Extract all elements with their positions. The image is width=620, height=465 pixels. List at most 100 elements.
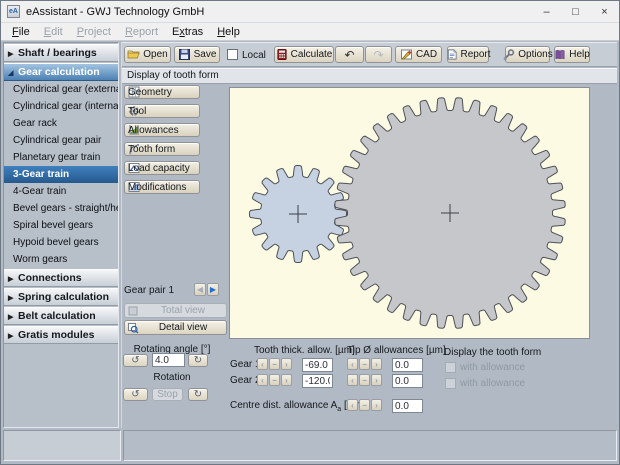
main-panel: Open Save Local Calculate ↶ ↷ CAD Report…	[121, 42, 617, 428]
gear1-tip-reset-button[interactable]: −	[359, 358, 370, 370]
tool-button[interactable]: Tool	[124, 104, 200, 118]
gear1-tip-increase-button[interactable]: ›	[371, 358, 382, 370]
stepper-right-icon: ›	[375, 375, 378, 385]
sidebar-section-gratis-modules[interactable]: ▶ Gratis modules	[4, 326, 118, 344]
sidebar-item-gear-rack[interactable]: Gear rack	[4, 115, 118, 132]
redo-button[interactable]: ↷	[365, 46, 392, 63]
stepper-minus-icon: −	[362, 375, 367, 385]
with-allowance-checkbox-1[interactable]	[445, 362, 456, 373]
gear-display-canvas	[229, 87, 590, 339]
total-view-button[interactable]: Total view	[124, 303, 227, 318]
undo-button[interactable]: ↶	[335, 46, 364, 63]
minimize-button[interactable]: –	[532, 1, 561, 23]
gear1-tip-decrease-button[interactable]: ‹	[347, 358, 358, 370]
maximize-button[interactable]: □	[561, 1, 590, 23]
window-title: eAssistant - GWJ Technology GmbH	[26, 5, 205, 18]
sidebar-item-planetary-gear-train[interactable]: Planetary gear train	[4, 149, 118, 166]
menu-extras[interactable]: Extras	[165, 25, 210, 39]
geometry-button[interactable]: Geometry	[124, 85, 200, 99]
next-arrow-icon: ▶	[209, 285, 217, 294]
modifications-button[interactable]: Modifications	[124, 180, 200, 194]
sidebar-section-belt-calculation[interactable]: ▶ Belt calculation	[4, 307, 118, 325]
app-icon: eA	[7, 5, 20, 18]
gear2-tooth-thick-field[interactable]	[302, 374, 333, 388]
gear2-tooth-thick-reset-button[interactable]: −	[269, 374, 280, 386]
centre-dist-reset-button[interactable]: −	[359, 399, 370, 411]
sidebar-item-cylindrical-gear-pair[interactable]: Cylindrical gear pair	[4, 132, 118, 149]
sidebar-item-4-gear-train[interactable]: 4-Gear train	[4, 183, 118, 200]
gear1-tooth-thick-increase-button[interactable]: ›	[281, 358, 292, 370]
gear1-label: Gear 1	[230, 359, 261, 370]
sidebar-section-connections[interactable]: ▶ Connections	[4, 269, 118, 287]
centre-dist-field[interactable]	[392, 399, 423, 413]
menu-help[interactable]: Help	[210, 25, 247, 39]
report-button[interactable]: Report	[447, 46, 491, 63]
sidebar-item-hypoid-bevel-gears[interactable]: Hypoid bevel gears	[4, 234, 118, 251]
sidebar-item-spiral-bevel-gears[interactable]: Spiral bevel gears	[4, 217, 118, 234]
total-view-icon	[128, 306, 138, 315]
gear-pair-prev-button[interactable]: ◀	[194, 283, 206, 296]
sidebar-item-worm-gears[interactable]: Worm gears	[4, 251, 118, 268]
sidebar-section-shaft-bearings[interactable]: ▶ Shaft / bearings	[4, 44, 118, 62]
centre-dist-decrease-button[interactable]: ‹	[347, 399, 358, 411]
calculate-label: Calculate	[290, 49, 333, 60]
sidebar-item-3-gear-train[interactable]: 3-Gear train	[4, 166, 118, 183]
gear-pair-label: Gear pair 1	[124, 285, 175, 296]
load-capacity-button[interactable]: Load capacity	[124, 161, 200, 175]
tooth-form-label: Tooth form	[128, 143, 176, 155]
save-button[interactable]: Save	[174, 46, 220, 63]
calculate-button[interactable]: Calculate	[274, 46, 334, 63]
with-allowance-checkbox-2[interactable]	[445, 378, 456, 389]
gear1-tooth-thick-decrease-button[interactable]: ‹	[257, 358, 268, 370]
options-button[interactable]: Options	[504, 46, 553, 63]
sidebar-section-gear-calculation[interactable]: ◢ Gear calculation	[4, 63, 118, 81]
rotating-angle-input[interactable]	[152, 353, 185, 367]
page-title: Display of tooth form	[122, 68, 617, 84]
sidebar-section-spring-calculation[interactable]: ▶ Spring calculation	[4, 288, 118, 306]
gear2-tip-field[interactable]	[392, 374, 423, 388]
window-controls: – □ ×	[532, 1, 619, 23]
stepper-right-icon: ›	[285, 375, 288, 385]
stepper-right-icon: ›	[375, 359, 378, 369]
gear2-tip-decrease-button[interactable]: ‹	[347, 374, 358, 386]
gear2-tip-increase-button[interactable]: ›	[371, 374, 382, 386]
gear1-tip-field[interactable]	[392, 358, 423, 372]
rotate-cw-button[interactable]: ↻	[188, 354, 208, 367]
gear2-tooth-thick-decrease-button[interactable]: ‹	[257, 374, 268, 386]
triangle-expanded-icon: ◢	[8, 70, 14, 77]
save-label: Save	[193, 49, 217, 60]
options-label: Options	[518, 49, 553, 60]
stepper-left-icon: ‹	[351, 359, 354, 369]
cad-button[interactable]: CAD	[395, 46, 442, 63]
sidebar-item-cylindrical-gear-internal[interactable]: Cylindrical gear (internal)	[4, 98, 118, 115]
local-checkbox[interactable]	[227, 49, 238, 60]
cad-drawing-icon	[400, 49, 412, 60]
rotation-ccw-button[interactable]: ↺	[123, 388, 148, 401]
open-button[interactable]: Open	[124, 46, 171, 63]
allowances-label: Allowances	[128, 124, 179, 136]
help-button[interactable]: Help	[554, 46, 590, 63]
stop-button[interactable]: Stop	[152, 388, 183, 401]
centre-dist-increase-button[interactable]: ›	[371, 399, 382, 411]
gear-pair-next-button[interactable]: ▶	[207, 283, 219, 296]
stepper-right-icon: ›	[375, 400, 378, 410]
app-window: eA eAssistant - GWJ Technology GmbH – □ …	[0, 0, 620, 465]
rotate-ccw-button[interactable]: ↺	[123, 354, 148, 367]
rotate-ccw-icon: ↺	[131, 355, 140, 366]
rotation-cw-button[interactable]: ↻	[188, 388, 208, 401]
tool-label: Tool	[128, 105, 147, 117]
gear1-tooth-thick-reset-button[interactable]: −	[269, 358, 280, 370]
menu-file[interactable]: File	[5, 25, 37, 39]
sidebar-item-bevel-gears-straight-helical[interactable]: Bevel gears - straight/helical	[4, 200, 118, 217]
gear2-tooth-thick-increase-button[interactable]: ›	[281, 374, 292, 386]
triangle-collapsed-icon: ▶	[8, 51, 14, 58]
allowances-button[interactable]: Allowances	[124, 123, 200, 137]
gear1-tooth-thick-field[interactable]	[302, 358, 333, 372]
tooth-form-button[interactable]: Tooth form	[124, 142, 200, 156]
sidebar-navigation: ▶ Shaft / bearings ◢ Gear calculation Cylind…	[3, 42, 119, 428]
detail-view-button[interactable]: Detail view	[124, 320, 227, 335]
geometry-label: Geometry	[128, 86, 172, 98]
sidebar-item-cylindrical-gear-external[interactable]: Cylindrical gear (external)	[4, 81, 118, 98]
gear2-tip-reset-button[interactable]: −	[359, 374, 370, 386]
close-button[interactable]: ×	[590, 1, 619, 23]
